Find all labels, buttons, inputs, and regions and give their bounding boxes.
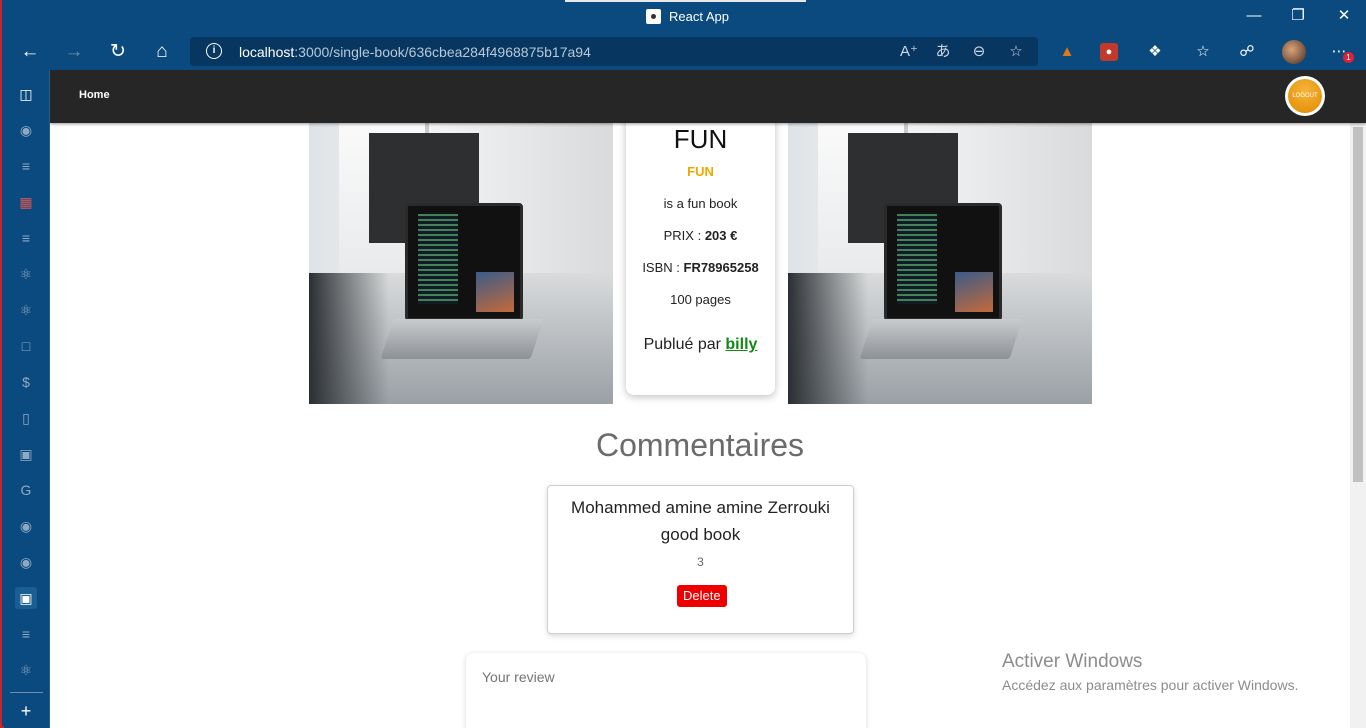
profile-avatar[interactable] xyxy=(1282,40,1306,64)
book-description: is a fun book xyxy=(663,196,738,211)
book-title: FUN xyxy=(673,124,728,154)
extension-icon[interactable]: ● xyxy=(1100,43,1118,61)
window-title-text: React App xyxy=(669,9,729,24)
price-value: 203 € xyxy=(704,228,738,243)
restore-icon[interactable]: ❐ xyxy=(1286,5,1310,27)
translate-icon[interactable]: あ xyxy=(932,41,954,63)
review-input[interactable] xyxy=(482,665,852,689)
stackoverflow-tab-icon[interactable]: ≡ xyxy=(15,155,37,177)
add-favorite-icon[interactable]: ☆ xyxy=(1005,41,1027,63)
publisher-link[interactable]: billy xyxy=(725,336,757,353)
book-details-card: FUN FUN is a fun book PRIX : 203 € ISBN … xyxy=(626,110,775,395)
react-tab-icon-3[interactable]: ⚛ xyxy=(15,659,37,681)
book-price: PRIX : 203 € xyxy=(626,228,775,243)
published-by-label: Publué par xyxy=(643,336,726,353)
home-icon[interactable]: ⌂ xyxy=(149,39,175,65)
page-scrollbar[interactable] xyxy=(1350,123,1366,728)
logout-label: LOGOUT xyxy=(1288,79,1322,113)
scrollbar-thumb[interactable] xyxy=(1353,127,1363,482)
comment-rating: 3 xyxy=(697,555,704,569)
document-tab-icon[interactable]: □ xyxy=(15,335,37,357)
browser-toolbar: ← → ↻ ⌂ i localhost:3000/single-book/636… xyxy=(2,33,1366,70)
comment-card: Mohammed amine amine Zerrouki good book … xyxy=(547,485,854,634)
github-tab-icon[interactable]: ◉ xyxy=(15,119,37,141)
back-arrow-icon[interactable]: ← xyxy=(17,39,43,65)
dollar-tab-icon[interactable]: $ xyxy=(15,371,37,393)
favorites-icon[interactable]: ☆ xyxy=(1192,41,1214,63)
book-category: FUN xyxy=(687,164,714,179)
react-tab-icon[interactable]: ⚛ xyxy=(15,263,37,285)
review-form xyxy=(466,653,866,728)
windows-activation-watermark: Activer Windows Accédez aux paramètres p… xyxy=(1002,651,1298,693)
browser-window: React App — ❐ ✕ ← → ↻ ⌂ i localhost:3000… xyxy=(0,0,1366,728)
new-tab-plus-icon[interactable]: + xyxy=(15,700,37,722)
comments-heading: Commentaires xyxy=(595,427,805,463)
address-bar[interactable]: i localhost:3000/single-book/636cbea284f… xyxy=(190,37,1038,66)
nav-home-link[interactable]: Home xyxy=(79,89,110,101)
isbn-label: ISBN : xyxy=(642,260,684,275)
extensions-puzzle-icon[interactable]: ❖ xyxy=(1144,41,1166,63)
zoom-out-icon[interactable]: ⊖ xyxy=(968,41,990,63)
url-host: localhost xyxy=(239,44,295,60)
tab-actions-icon[interactable]: ◫ xyxy=(15,83,37,105)
stackoverflow-tab-icon-3[interactable]: ≡ xyxy=(15,623,37,645)
github-tab-icon-3[interactable]: ◉ xyxy=(15,551,37,573)
comment-text: good book xyxy=(660,525,741,544)
isbn-value: FR78965258 xyxy=(683,260,759,275)
app-tab-icon[interactable]: ▣ xyxy=(15,443,37,465)
github-tab-icon-2[interactable]: ◉ xyxy=(15,515,37,537)
page-viewport: Home LOGOUT FUN FUN is a fun book PRIX:… xyxy=(50,70,1366,728)
window-title: React App xyxy=(646,9,729,24)
react-favicon-icon xyxy=(646,9,661,24)
google-tab-icon[interactable]: G xyxy=(15,479,37,501)
site-info-icon[interactable]: i xyxy=(206,43,222,59)
minimize-icon[interactable]: — xyxy=(1242,5,1266,27)
refresh-icon[interactable]: ↻ xyxy=(105,39,131,65)
book-publisher: Publué par billy xyxy=(626,336,775,354)
react-tab-icon-2[interactable]: ⚛ xyxy=(15,299,37,321)
book-image-left xyxy=(309,123,613,404)
url-text[interactable]: localhost:3000/single-book/636cbea284f49… xyxy=(239,44,591,60)
pdf-tab-icon[interactable]: ▦ xyxy=(15,191,37,213)
book-isbn: ISBN : FR78965258 xyxy=(626,260,775,275)
active-tab-indicator xyxy=(565,0,806,2)
watermark-heading: Activer Windows xyxy=(1002,651,1143,672)
book-image-right xyxy=(788,123,1092,404)
browser-sidebar: ◫ ◉ ≡ ▦ ≡ ⚛ ⚛ □ $ ▯ ▣ G ◉ ◉ ▣ ≡ ⚛ + xyxy=(4,70,50,728)
title-bar: React App — ❐ ✕ xyxy=(2,0,1366,33)
close-icon[interactable]: ✕ xyxy=(1332,5,1356,27)
delete-comment-button[interactable]: Delete xyxy=(677,585,727,607)
url-path: :3000/single-book/636cbea284f4968875b17a… xyxy=(294,44,591,60)
watermark-subtext: Accédez aux paramètres pour activer Wind… xyxy=(1002,677,1299,693)
metamask-extension-icon[interactable]: ▲ xyxy=(1056,41,1078,63)
book-pages: 100 pages xyxy=(670,292,731,307)
app-navbar: Home LOGOUT xyxy=(50,70,1366,123)
notification-badge: 1 xyxy=(1343,52,1354,63)
price-label: PRIX : xyxy=(663,228,705,243)
logout-button[interactable]: LOGOUT xyxy=(1285,76,1325,116)
stackoverflow-tab-icon-2[interactable]: ≡ xyxy=(15,227,37,249)
mobile-tab-icon[interactable]: ▯ xyxy=(15,407,37,429)
forward-arrow-icon[interactable]: → xyxy=(61,39,87,65)
read-aloud-icon[interactable]: A⁺ xyxy=(898,41,920,63)
sidebar-divider xyxy=(10,692,43,693)
browser-essentials-icon[interactable]: ☍ xyxy=(1236,41,1258,63)
comment-author: Mohammed amine amine Zerrouki xyxy=(571,498,830,517)
react-app-active-tab-icon[interactable]: ▣ xyxy=(15,587,37,609)
